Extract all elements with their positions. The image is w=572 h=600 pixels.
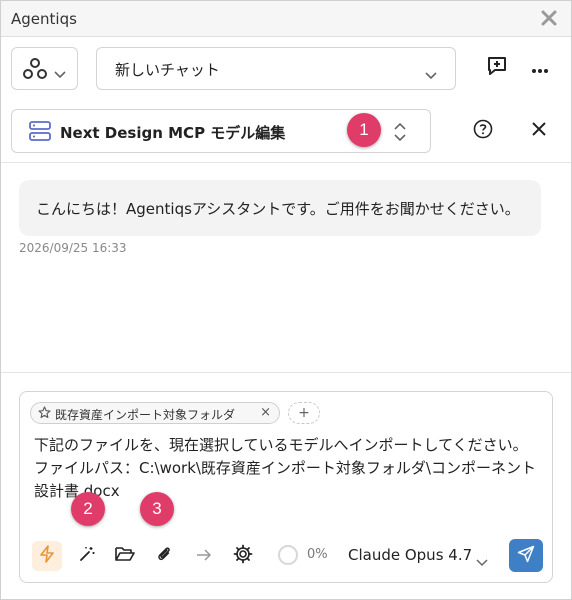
close-icon[interactable] [539, 8, 559, 28]
window-title: Agentiqs [11, 10, 77, 28]
settings-button[interactable] [228, 541, 258, 571]
folder-open-icon [115, 545, 135, 567]
send-icon [517, 545, 535, 567]
agents-icon [23, 58, 47, 84]
star-icon[interactable] [38, 406, 51, 422]
remove-chip-icon[interactable]: × [260, 405, 271, 420]
more-icon [531, 59, 549, 78]
forward-button[interactable] [189, 541, 219, 571]
chat-select-value: 新しいチャット [115, 61, 220, 79]
model-name: Claude Opus 4.7 [348, 546, 473, 564]
message-timestamp: 2026/09/25 16:33 [19, 241, 127, 255]
toolbar: 新しいチャット [1, 38, 571, 98]
quick-action-button[interactable] [32, 541, 62, 571]
help-button[interactable] [469, 117, 497, 145]
chevron-updown-icon [394, 122, 406, 146]
server-icon [29, 121, 51, 145]
context-usage-label: 0% [307, 547, 328, 562]
message-text: こんにちは！Agentiqsアシスタントです。ご用件をお聞かせください。 [36, 200, 520, 218]
composer-toolbar: 0% Claude Opus 4.7 [20, 538, 552, 574]
chevron-down-icon [54, 64, 66, 83]
attachment-chip[interactable]: 既存資産インポート対象フォルダ × [30, 402, 280, 424]
assistant-message: こんにちは！Agentiqsアシスタントです。ご用件をお聞かせください。 [19, 180, 541, 236]
mcp-select-label: Next Design MCP モデル編集 [60, 124, 286, 142]
magic-button[interactable] [72, 541, 102, 571]
chevron-down-icon [425, 65, 437, 84]
title-bar: Agentiqs [1, 1, 571, 37]
mcp-row: Next Design MCP モデル編集 1 [1, 99, 571, 163]
arrow-right-icon [196, 547, 212, 566]
message-input[interactable]: 下記のファイルを、現在選択しているモデルへインポートしてください。 ファイルパス… [34, 434, 546, 503]
new-chat-button[interactable] [483, 54, 511, 82]
composer: 既存資産インポート対象フォルダ × + 下記のファイルを、現在選択しているモデル… [19, 391, 553, 583]
paperclip-icon [155, 545, 173, 567]
lightning-icon [38, 545, 56, 567]
close-icon [531, 121, 547, 141]
add-attachment-button[interactable]: + [288, 402, 320, 424]
chat-area: こんにちは！Agentiqsアシスタントです。ご用件をお聞かせください。 202… [1, 164, 571, 372]
context-usage-ring [278, 545, 298, 565]
help-icon [473, 119, 493, 143]
open-folder-button[interactable] [110, 541, 140, 571]
callout-badge-2: 2 [71, 492, 105, 526]
callout-badge-3: 3 [140, 492, 174, 526]
callout-badge-1: 1 [347, 113, 381, 147]
chevron-down-icon [476, 552, 488, 571]
magic-wand-icon [78, 545, 96, 567]
divider [1, 372, 571, 373]
chat-select[interactable]: 新しいチャット [96, 47, 456, 90]
agent-selector[interactable] [11, 47, 78, 90]
more-button[interactable] [526, 54, 554, 82]
gear-icon [233, 544, 253, 568]
new-chat-icon [486, 55, 508, 81]
agentiqs-window: Agentiqs 新しいチャット Next Design MCP モデル編集 1… [0, 0, 572, 600]
attach-button[interactable] [149, 541, 179, 571]
send-button[interactable] [509, 539, 543, 572]
close-mcp-button[interactable] [525, 117, 553, 145]
attachment-chip-label: 既存資産インポート対象フォルダ [55, 408, 236, 422]
model-selector[interactable]: Claude Opus 4.7 [342, 540, 492, 570]
